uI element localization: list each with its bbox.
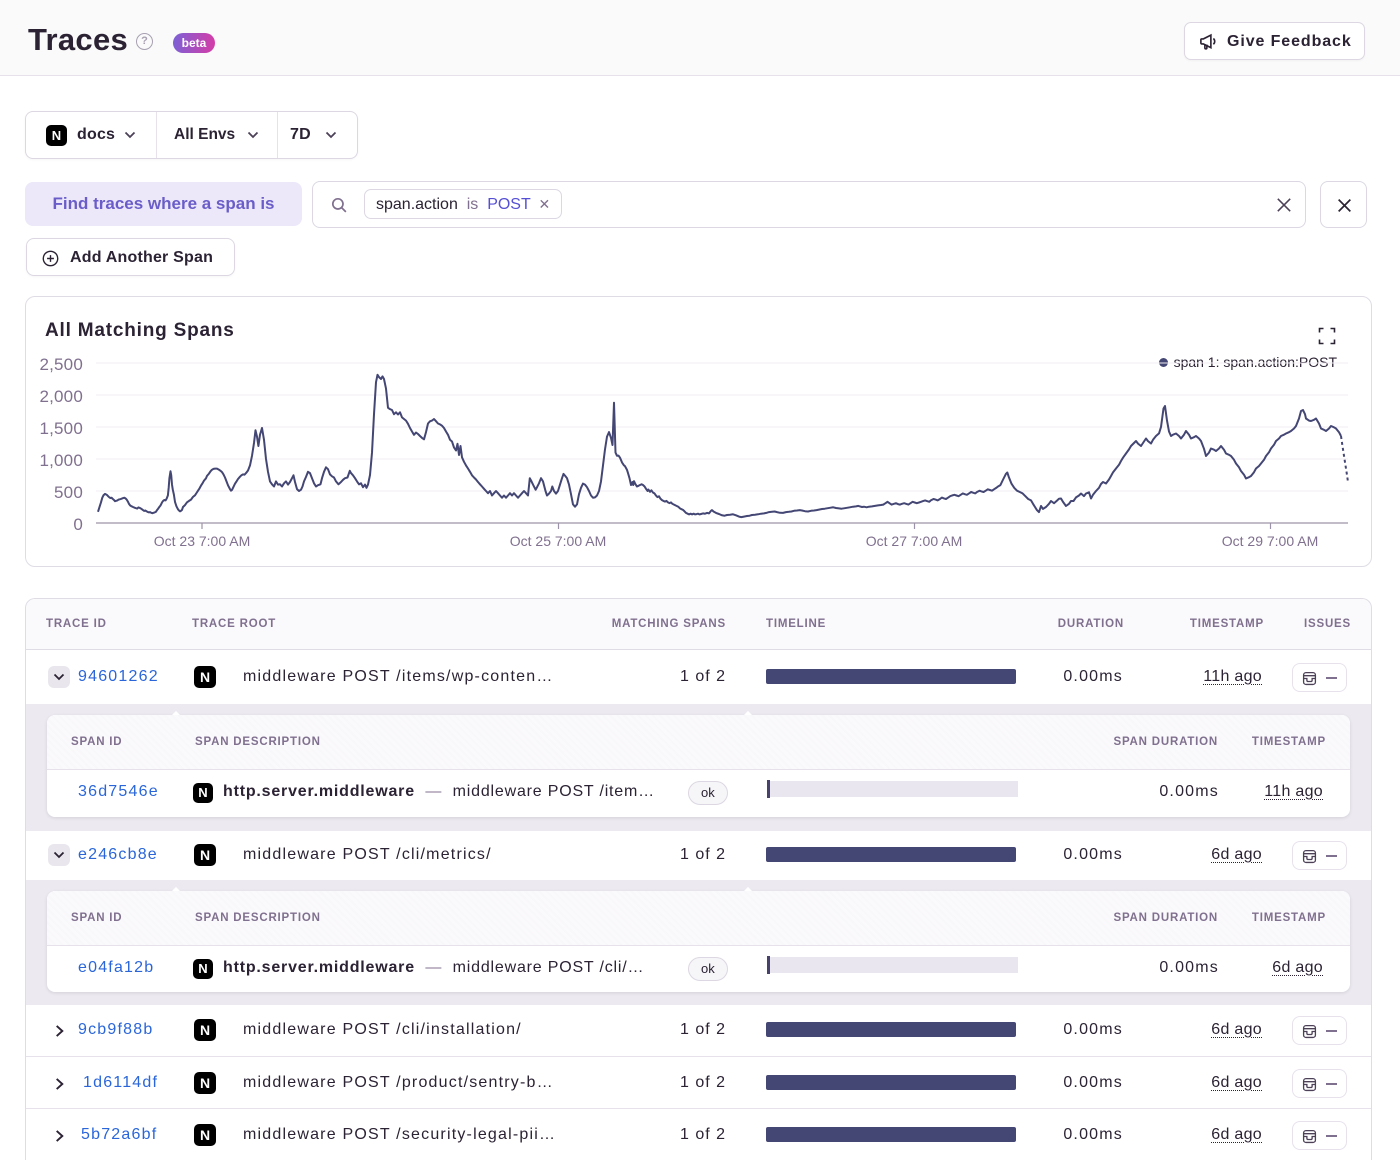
svg-text:N: N <box>52 128 61 143</box>
